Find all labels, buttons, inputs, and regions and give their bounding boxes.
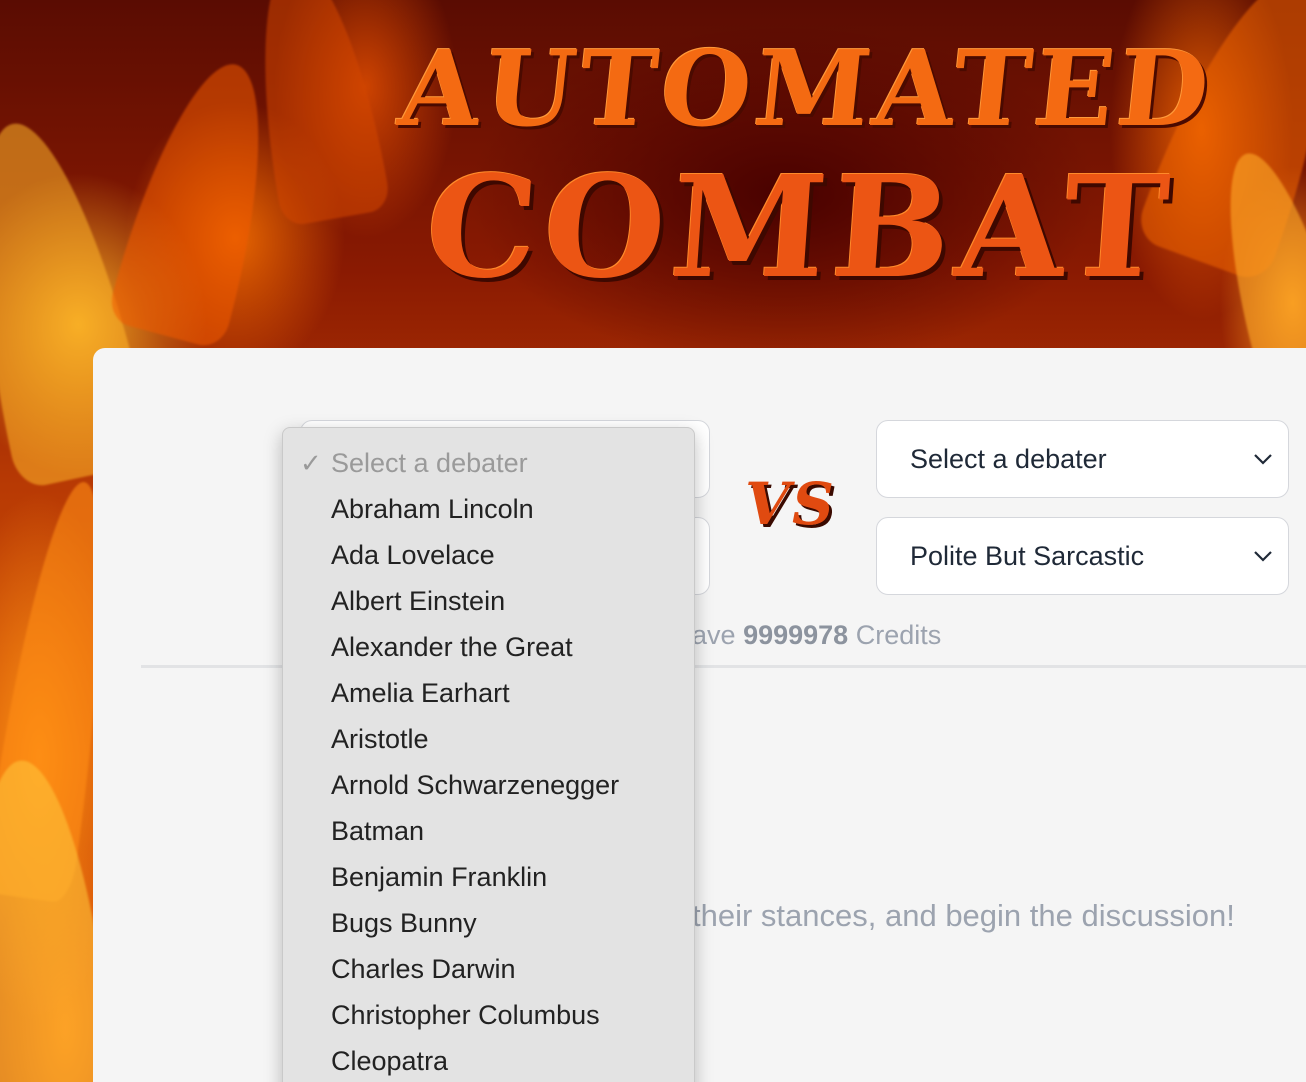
instructions-text: their stances, and begin the discussion! <box>692 898 1235 933</box>
dropdown-option[interactable]: Aristotle <box>331 716 429 762</box>
credits-suffix: Credits <box>855 620 942 650</box>
dropdown-option-placeholder[interactable]: Select a debater <box>331 440 528 486</box>
dropdown-option[interactable]: Amelia Earhart <box>331 670 510 716</box>
chevron-down-icon <box>1254 454 1272 465</box>
vs-label: VS <box>745 470 836 538</box>
title-line-automated: AUTOMATED <box>393 27 1219 150</box>
dropdown-option[interactable]: Batman <box>331 808 424 854</box>
dropdown-option[interactable]: Cleopatra <box>331 1038 448 1082</box>
dropdown-option[interactable]: Ada Lovelace <box>331 532 495 578</box>
right-debater-select[interactable]: Select a debater <box>876 420 1289 498</box>
credits-prefix: ave <box>692 620 736 650</box>
dropdown-option[interactable]: Abraham Lincoln <box>331 486 534 532</box>
credits-amount: 9999978 <box>743 620 849 650</box>
dropdown-option[interactable]: Charles Darwin <box>331 946 516 992</box>
right-style-select[interactable]: Polite But Sarcastic <box>876 517 1289 595</box>
dropdown-option[interactable]: Arnold Schwarzenegger <box>331 762 619 808</box>
page-title: AUTOMATED COMBAT <box>394 27 1219 340</box>
chevron-down-icon <box>1254 551 1272 562</box>
debater-dropdown-list[interactable]: ✓ Select a debater Abraham Lincoln Ada L… <box>282 427 695 1082</box>
dropdown-option[interactable]: Benjamin Franklin <box>331 854 547 900</box>
credits-text: ave 9999978 Credits <box>692 620 941 651</box>
right-debater-value: Select a debater <box>910 444 1107 474</box>
title-line-combat: COMBAT <box>420 146 1180 310</box>
dropdown-option[interactable]: Bugs Bunny <box>331 900 477 946</box>
right-style-value: Polite But Sarcastic <box>910 541 1145 571</box>
checkmark-icon: ✓ <box>300 448 322 478</box>
dropdown-option[interactable]: Albert Einstein <box>331 578 505 624</box>
dropdown-option[interactable]: Alexander the Great <box>331 624 573 670</box>
dropdown-option[interactable]: Christopher Columbus <box>331 992 600 1038</box>
